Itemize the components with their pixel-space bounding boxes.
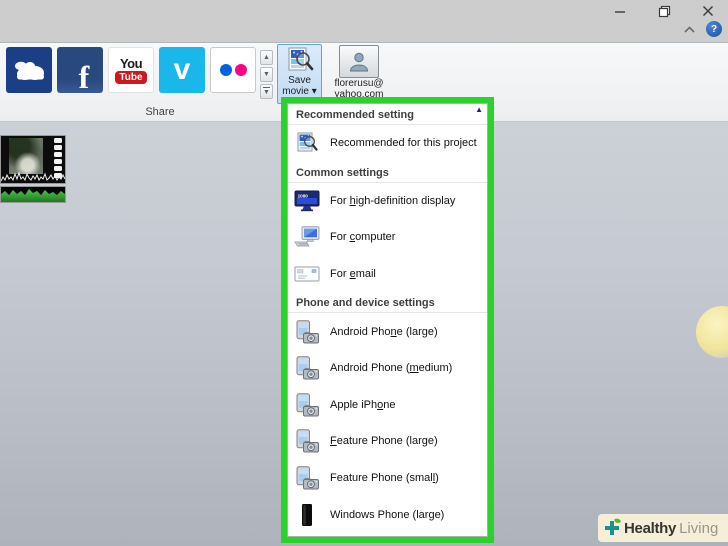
highlight-ball (696, 306, 728, 358)
clip-frame-image (9, 138, 43, 174)
clip-thumbnail[interactable] (0, 135, 66, 184)
green-waveform-icon (1, 189, 65, 202)
hd-display-icon: 1080 (288, 190, 326, 212)
audio-waveform-icon (1, 171, 65, 182)
email-icon (288, 264, 326, 284)
plus-leaf-icon (605, 518, 621, 535)
restore-icon (658, 5, 670, 17)
menu-header-recommended: Recommended setting (288, 104, 487, 125)
menu-item-feature-small[interactable]: Feature Phone (small) (288, 460, 487, 497)
menu-header-common: Common settings (288, 162, 487, 183)
menu-item-label: Recommended for this project (330, 137, 477, 150)
phone-camera-icon (288, 429, 326, 453)
save-movie-icon (288, 47, 313, 71)
watermark: Healthy Living (598, 514, 728, 542)
more-bar (263, 87, 270, 88)
share-tiles: f You Tube v (6, 47, 256, 93)
menu-item-label: Windows Phone (large) (330, 508, 445, 521)
menu-item-label: For email (330, 268, 376, 281)
phone-camera-icon (288, 319, 326, 344)
triangle-down-icon: ▼ (263, 71, 270, 78)
menu-item-android-medium[interactable]: Android Phone (medium) (288, 350, 487, 387)
menu-header-label: Phone and device settings (296, 297, 435, 310)
movie-project-icon (288, 132, 326, 154)
flickr-share-button[interactable] (210, 47, 256, 93)
save-movie-menu: ▲ Recommended setting Recommended for th… (287, 103, 488, 537)
menu-item-android-large[interactable]: Android Phone (large) (288, 313, 487, 350)
minimize-icon (615, 11, 625, 13)
hd-badge: 1080 (298, 193, 309, 198)
save-movie-button[interactable]: Save movie ▾ (277, 44, 322, 104)
watermark-bold-text: Healthy (624, 519, 677, 537)
youtube-share-button[interactable]: You Tube (108, 47, 154, 93)
menu-item-recommended-project[interactable]: Recommended for this project (288, 125, 487, 162)
menu-item-label: Feature Phone (large) (330, 435, 438, 448)
windows-phone-icon (288, 503, 326, 527)
menu-item-label: For high-definition display (330, 194, 456, 207)
computer-icon (288, 226, 326, 248)
window-controls (606, 2, 722, 20)
menu-item-windows-large[interactable]: Windows Phone (large) (288, 496, 487, 533)
menu-item-computer[interactable]: For computer (288, 219, 487, 256)
gallery-scroll: ▲ ▼ ▼ (260, 50, 273, 99)
title-bar: ? (0, 0, 728, 43)
minimize-button[interactable] (606, 2, 634, 20)
help-button[interactable]: ? (706, 21, 722, 37)
dropdown-arrow-icon: ▾ (311, 86, 317, 97)
vimeo-icon: v (173, 53, 191, 86)
gallery-scroll-up-button[interactable]: ▲ (260, 50, 273, 65)
onedrive-share-button[interactable] (6, 47, 52, 93)
chevron-up-icon (683, 25, 695, 33)
menu-item-label: Android Phone (medium) (330, 362, 453, 375)
watermark-light-text: Living (679, 519, 719, 537)
collapse-ribbon-button[interactable] (680, 21, 698, 37)
highlight-box: ▲ Recommended setting Recommended for th… (281, 97, 494, 543)
triangle-down-icon: ▼ (263, 89, 270, 96)
clip-green-waveform[interactable] (0, 186, 66, 203)
menu-item-apple-iphone[interactable]: Apple iPhone (288, 387, 487, 424)
save-movie-label-2: movie (282, 86, 309, 97)
youtube-badge: Tube (115, 70, 147, 84)
menu-item-label: Feature Phone (small) (330, 472, 439, 485)
gallery-more-button[interactable]: ▼ (260, 84, 273, 99)
menu-item-feature-large[interactable]: Feature Phone (large) (288, 423, 487, 460)
flickr-icon (219, 64, 232, 76)
onedrive-icon (15, 61, 44, 80)
menu-item-label: For computer (330, 231, 396, 244)
phone-camera-icon (288, 393, 326, 417)
phone-camera-icon (288, 466, 326, 490)
youtube-icon: You (119, 55, 143, 71)
phone-camera-icon (288, 356, 326, 380)
flickr-dot-pink (234, 64, 247, 76)
menu-header-label: Recommended setting (296, 109, 414, 121)
gallery-scroll-down-button[interactable]: ▼ (260, 67, 273, 82)
menu-item-hd-display[interactable]: 1080 For high-definition display (288, 183, 487, 220)
menu-header-label: Common settings (296, 166, 389, 179)
facebook-icon: f (78, 58, 90, 94)
account-email-1: florerusu@ (334, 78, 384, 89)
menu-item-label: Android Phone (large) (330, 325, 438, 338)
account-avatar-frame (339, 45, 379, 78)
facebook-share-button[interactable]: f (57, 47, 103, 93)
person-icon (349, 52, 369, 71)
share-group-label: Share (145, 106, 175, 118)
help-glyph: ? (710, 23, 718, 35)
movie-maker-window: ? f You Tube v ▲ ▼ ▼ Save movie ▾ florer… (0, 0, 728, 546)
close-icon (703, 6, 713, 16)
ribbon-meta-controls: ? (680, 21, 722, 37)
menu-item-email[interactable]: For email (288, 256, 487, 293)
restore-button[interactable] (650, 2, 678, 20)
triangle-up-icon: ▲ (263, 54, 270, 61)
vimeo-share-button[interactable]: v (159, 47, 205, 93)
save-movie-label-1: Save (288, 75, 311, 86)
menu-item-label: Apple iPhone (330, 398, 396, 411)
menu-scroll-up-button[interactable]: ▲ (475, 106, 483, 114)
menu-header-phone: Phone and device settings (288, 292, 487, 314)
close-button[interactable] (694, 2, 722, 20)
